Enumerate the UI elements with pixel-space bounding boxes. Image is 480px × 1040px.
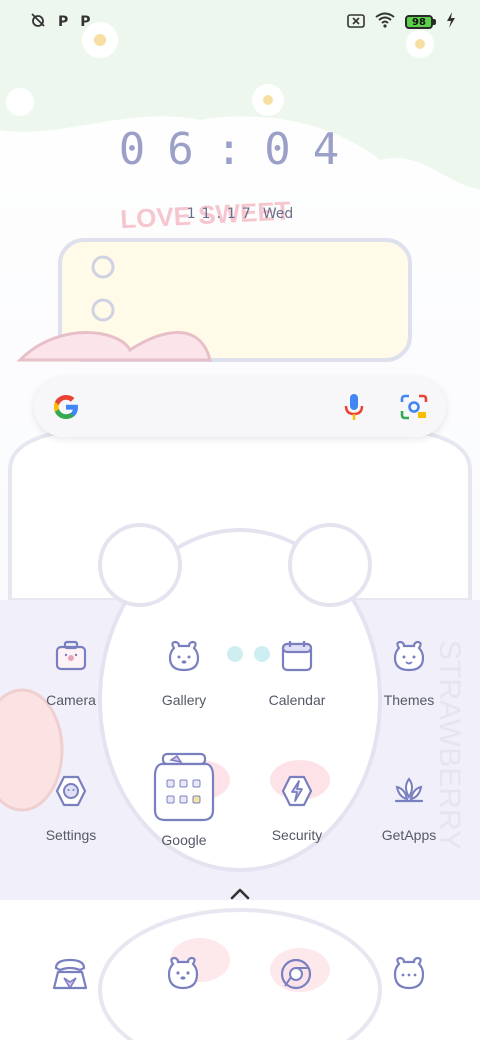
themes-icon (393, 640, 425, 672)
app-label: Camera (46, 692, 96, 708)
gallery-icon (168, 640, 200, 672)
chrome-icon (280, 958, 312, 990)
app-themes[interactable]: Themes (359, 638, 459, 748)
weekday: Wed (262, 206, 294, 222)
app-label: Calendar (268, 692, 326, 708)
dock-chrome[interactable] (266, 944, 326, 1004)
google-logo-icon[interactable] (50, 391, 82, 423)
google-search-bar[interactable] (34, 377, 446, 437)
app-label: Themes (383, 692, 435, 708)
app-calendar[interactable]: Calendar (247, 638, 347, 748)
dock-contacts[interactable] (379, 944, 439, 1004)
clock-time[interactable]: 06:04 (0, 124, 480, 175)
app-label: Security (271, 827, 323, 843)
date-value: 11.17 (186, 206, 257, 222)
dock-phone[interactable] (40, 944, 100, 1004)
getapps-icon (394, 777, 424, 803)
p-icon: P (58, 14, 69, 30)
phone-icon (52, 958, 88, 990)
app-label: Settings (45, 827, 97, 843)
p-icon: P (80, 14, 91, 30)
app-getapps[interactable]: GetApps (359, 773, 459, 883)
battery-icon: 98 (405, 15, 433, 29)
app-security[interactable]: Security (247, 773, 347, 883)
status-bar: P P 98 (0, 0, 480, 44)
app-label: GetApps (381, 827, 437, 843)
no-sim-icon (347, 13, 365, 32)
mic-icon[interactable] (340, 392, 368, 422)
calendar-icon (281, 641, 313, 672)
lens-icon[interactable] (400, 394, 428, 420)
security-icon (281, 775, 313, 807)
app-google-folder[interactable]: Google (134, 752, 234, 862)
battery-tip (433, 19, 436, 25)
wifi-icon (375, 12, 395, 32)
alarm-off-icon (30, 12, 46, 32)
app-label: Gallery (161, 692, 207, 708)
settings-icon (55, 775, 87, 807)
messages-icon (167, 956, 199, 990)
app-gallery[interactable]: Gallery (134, 638, 234, 748)
clock-date[interactable]: 11.17 Wed (0, 206, 480, 222)
google-folder-icon (153, 752, 215, 822)
camera-icon (55, 640, 87, 671)
app-settings[interactable]: Settings (21, 773, 121, 883)
app-label: Google (161, 832, 207, 848)
contacts-icon (393, 956, 425, 990)
charging-icon (446, 12, 456, 32)
app-camera[interactable]: Camera (21, 638, 121, 748)
dock-messages[interactable] (153, 944, 213, 1004)
chevron-up-icon[interactable] (228, 886, 252, 902)
